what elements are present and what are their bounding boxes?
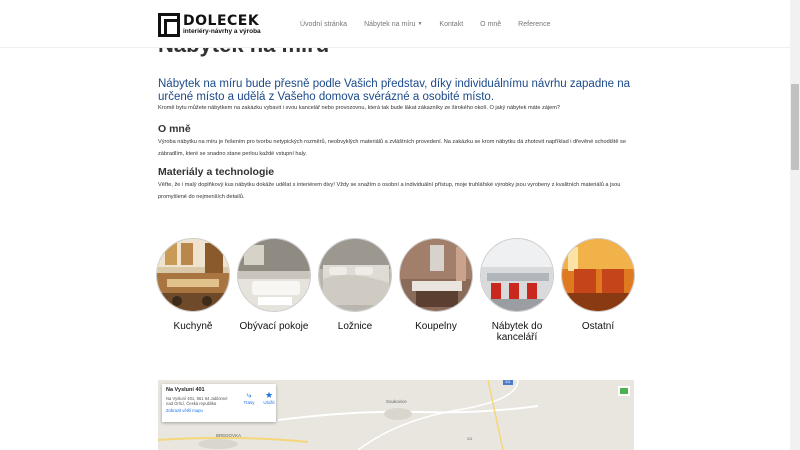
category-office-label: Nábytek do kanceláří xyxy=(491,321,543,343)
brand-name: DOLECEK xyxy=(183,13,260,30)
directions-button[interactable]: ⤷ Trasy xyxy=(240,390,258,405)
map-road-number: 311 xyxy=(467,437,473,441)
nav-item-furniture[interactable]: Nábytek na míru ▼ xyxy=(364,21,422,28)
nav-item-furniture-label: Nábytek na míru xyxy=(364,20,416,28)
logo-mark-icon xyxy=(158,13,180,37)
section-text-about: Výroba nábytku na míru je řešením pro tv… xyxy=(158,139,626,157)
office-photo-icon xyxy=(480,238,554,312)
lead-paragraph: Nábytek na míru bude přesně podle Vašich… xyxy=(158,78,630,103)
nav-item-about[interactable]: O mně xyxy=(480,21,501,28)
category-office[interactable]: Nábytek do kanceláří xyxy=(480,238,554,343)
map-label-bredovka: BREDOVKA xyxy=(216,433,242,438)
directions-label: Trasy xyxy=(243,400,255,405)
caret-down-icon: ▼ xyxy=(417,20,423,27)
save-place-button[interactable]: ★ Uložit xyxy=(260,390,278,405)
brand-tagline: interiéry-návrhy a výroba xyxy=(183,28,261,36)
category-bedroom-label: Ložnice xyxy=(337,321,373,332)
map-place-address: Na Vysluní 401, 561 64 Jablonné nad Orli… xyxy=(166,396,228,406)
directions-icon: ⤷ xyxy=(246,390,252,400)
category-kitchen-label: Kuchyně xyxy=(173,321,213,332)
larger-map-link[interactable]: Zobrazit větší mapu xyxy=(166,408,272,413)
category-kitchen[interactable]: Kuchyně xyxy=(156,238,230,332)
scrollbar-thumb[interactable] xyxy=(791,84,799,170)
nav-item-home[interactable]: Úvodní stránka xyxy=(300,21,347,28)
section-text-materials: Věřte, že i malý doplňkový kus nábytku d… xyxy=(158,182,621,200)
category-bathroom[interactable]: Koupelny xyxy=(399,238,473,332)
bedroom-photo-icon xyxy=(318,238,392,312)
section-heading-about: O mně xyxy=(158,123,191,135)
save-place-label: Uložit xyxy=(263,400,275,405)
brand-logo[interactable]: DOLECEK interiéry-návrhy a výroba xyxy=(158,12,264,38)
map-label-soukovice: Soukovice xyxy=(386,399,407,404)
nav-item-contact[interactable]: Kontakt xyxy=(439,21,463,28)
category-other[interactable]: Ostatní xyxy=(561,238,635,332)
living-room-photo-icon xyxy=(237,238,311,312)
embedded-map[interactable]: Soukovice BREDOVKA 311 311 Na Vysluní 40… xyxy=(158,380,634,450)
star-icon: ★ xyxy=(264,390,274,400)
category-living-room-label: Obývací pokoje xyxy=(239,321,309,332)
main-nav: Úvodní stránka Nábytek na míru ▼ Kontakt … xyxy=(300,0,567,48)
category-living-room[interactable]: Obývací pokoje xyxy=(237,238,311,332)
map-place-card: Na Vysluní 401 Na Vysluní 401, 561 64 Ja… xyxy=(162,384,276,422)
bathroom-photo-icon xyxy=(399,238,473,312)
category-other-label: Ostatní xyxy=(581,321,615,332)
category-bathroom-label: Koupelny xyxy=(415,321,457,332)
navbar: DOLECEK interiéry-návrhy a výroba Úvodní… xyxy=(0,0,790,48)
map-road-number: 311 xyxy=(505,380,511,384)
page-scrollbar[interactable] xyxy=(790,0,800,450)
category-bedroom[interactable]: Ložnice xyxy=(318,238,392,332)
other-photo-icon xyxy=(561,238,635,312)
kitchen-photo-icon xyxy=(156,238,230,312)
section-heading-materials: Materiály a technologie xyxy=(158,166,275,178)
intro-paragraph: Kromě bytu můžete nábytkem na zakázku vy… xyxy=(158,105,561,111)
nav-item-references[interactable]: Reference xyxy=(518,21,550,28)
